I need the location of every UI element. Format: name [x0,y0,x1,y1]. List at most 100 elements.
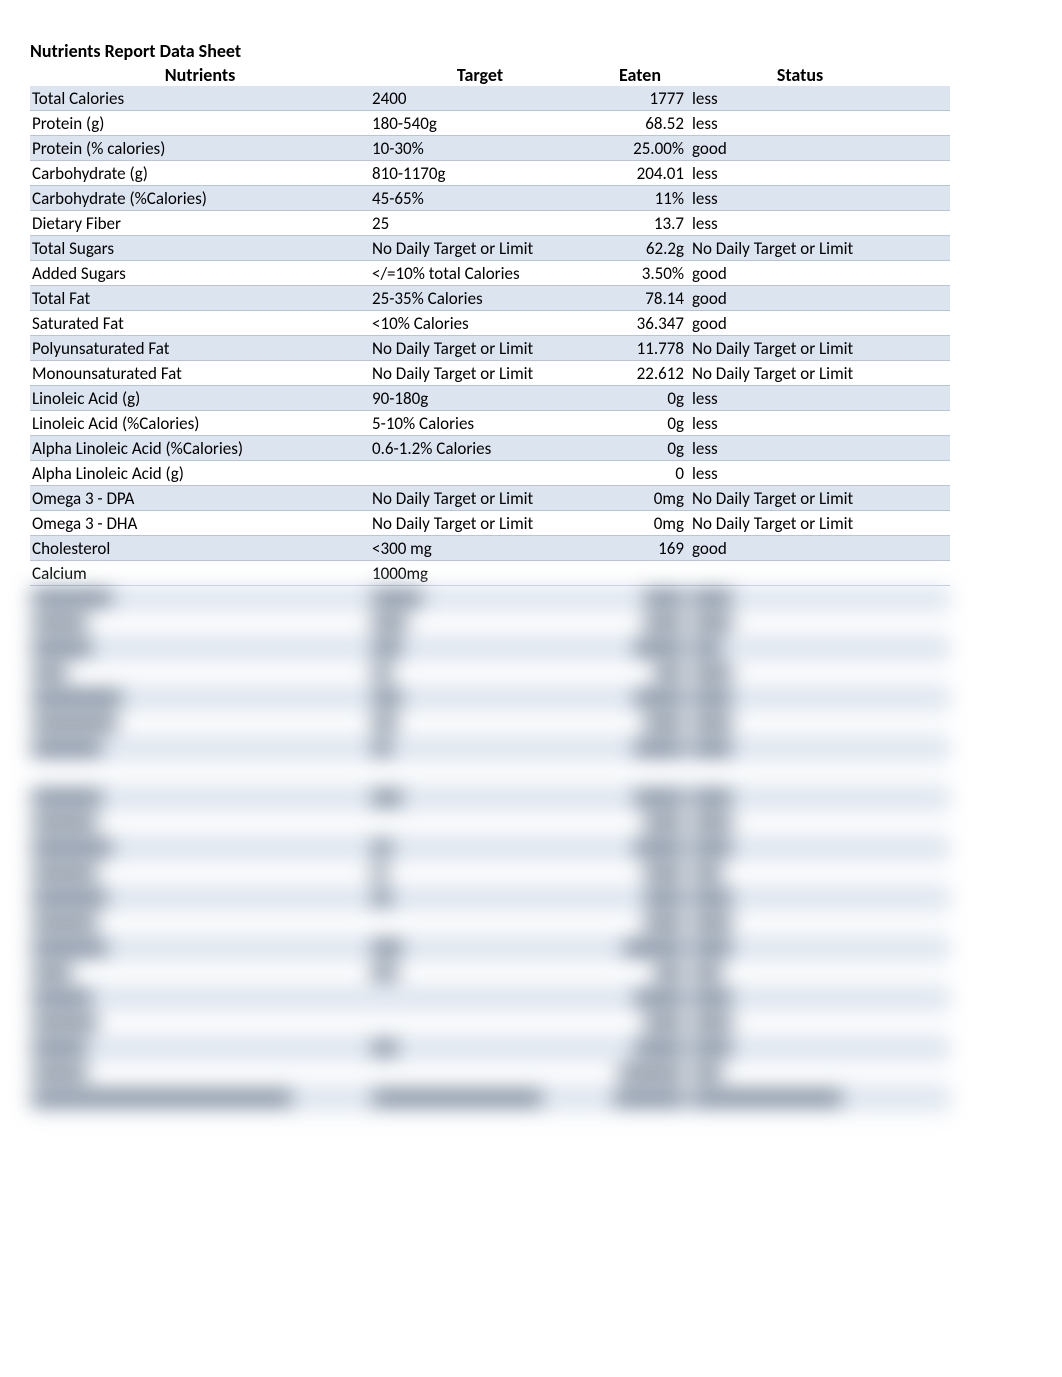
header-status: Status [690,64,910,86]
nutrient-eaten: 0 [590,463,690,484]
table-row: Alpha Linoleic Acid (g) 0less [30,461,950,486]
nutrient-name: Total Calories [30,88,370,109]
nutrient-eaten: 11.778 [590,338,690,359]
table-row: Dietary Fiber2513.7less [30,211,950,236]
header-nutrients: Nutrients [30,64,370,86]
nutrient-status: No Daily Target or Limit [690,488,910,509]
nutrient-status: good [690,138,910,159]
nutrient-eaten: 3.50% [590,263,690,284]
nutrient-target: 45-65% [370,188,590,209]
report-title: Nutrients Report Data Sheet [30,40,1032,62]
nutrient-name: Omega 3 - DHA [30,513,370,534]
nutrient-status: less [690,213,910,234]
nutrient-name: Total Sugars [30,238,370,259]
header-target: Target [370,64,590,86]
nutrient-eaten: 0mg [590,513,690,534]
nutrient-target: 180-540g [370,113,590,134]
table-row: Cholesterol<300 mg169good [30,536,950,561]
nutrient-eaten: 0g [590,388,690,409]
nutrient-target: 5-10% Calories [370,413,590,434]
nutrient-status: less [690,463,910,484]
table-row: Omega 3 - DPANo Daily Target or Limit0mg… [30,486,950,511]
header-eaten: Eaten [590,64,690,86]
nutrient-status: No Daily Target or Limit [690,238,910,259]
table-row: Protein (% calories)10-30%25.00%good [30,136,950,161]
nutrient-eaten: 204.01 [590,163,690,184]
table-row: Linoleic Acid (g)90-180g0gless [30,386,950,411]
nutrient-name: Dietary Fiber [30,213,370,234]
nutrient-target: 2400 [370,88,590,109]
nutrient-eaten: 78.14 [590,288,690,309]
nutrient-target: </=10% total Calories [370,263,590,284]
table-row: Calcium1000mg [30,561,950,586]
nutrient-name: Alpha Linoleic Acid (g) [30,463,370,484]
nutrient-eaten: 169 [590,538,690,559]
nutrient-name: Added Sugars [30,263,370,284]
nutrient-status: less [690,388,910,409]
nutrient-eaten: 1777 [590,88,690,109]
table-row: Total Calories24001777less [30,86,950,111]
nutrient-status: less [690,88,910,109]
nutrient-name: Polyunsaturated Fat [30,338,370,359]
nutrient-eaten: 13.7 [590,213,690,234]
nutrient-target: No Daily Target or Limit [370,338,590,359]
nutrient-name: Calcium [30,563,370,584]
nutrient-name: Alpha Linoleic Acid (%Calories) [30,438,370,459]
nutrient-target: 10-30% [370,138,590,159]
nutrient-status: No Daily Target or Limit [690,513,910,534]
nutrient-status: less [690,163,910,184]
nutrient-eaten: 36.347 [590,313,690,334]
nutrient-eaten: 22.612 [590,363,690,384]
table-row: Polyunsaturated FatNo Daily Target or Li… [30,336,950,361]
table-row: Omega 3 - DHANo Daily Target or Limit0mg… [30,511,950,536]
nutrient-target: 1000mg [370,563,590,584]
nutrient-target: 810-1170g [370,163,590,184]
nutrient-eaten: 68.52 [590,113,690,134]
nutrient-target: No Daily Target or Limit [370,513,590,534]
nutrient-name: Total Fat [30,288,370,309]
nutrient-status: good [690,288,910,309]
nutrient-name: Carbohydrate (%Calories) [30,188,370,209]
nutrient-status: less [690,188,910,209]
nutrient-status: good [690,538,910,559]
table-row: Carbohydrate (g)810-1170g204.01less [30,161,950,186]
nutrient-status: No Daily Target or Limit [690,363,910,384]
nutrient-name: Cholesterol [30,538,370,559]
nutrient-target: 25 [370,213,590,234]
nutrient-name: Omega 3 - DPA [30,488,370,509]
nutrient-status: good [690,263,910,284]
nutrient-eaten: 11% [590,188,690,209]
nutrient-name: Saturated Fat [30,313,370,334]
nutrient-name: Monounsaturated Fat [30,363,370,384]
table-row: Total Fat25-35% Calories78.14good [30,286,950,311]
nutrient-eaten: 62.2g [590,238,690,259]
nutrients-table: Nutrients Target Eaten Status Total Calo… [30,64,950,586]
table-row: Monounsaturated FatNo Daily Target or Li… [30,361,950,386]
nutrient-name: Carbohydrate (g) [30,163,370,184]
nutrient-eaten: 0g [590,438,690,459]
table-header: Nutrients Target Eaten Status [30,64,950,86]
table-row: Alpha Linoleic Acid (%Calories)0.6-1.2% … [30,436,950,461]
nutrient-target: 0.6-1.2% Calories [370,438,590,459]
nutrient-status: No Daily Target or Limit [690,338,910,359]
nutrient-target: No Daily Target or Limit [370,488,590,509]
nutrient-name: Protein (% calories) [30,138,370,159]
nutrient-eaten: 0g [590,413,690,434]
nutrient-target: No Daily Target or Limit [370,238,590,259]
nutrient-target: No Daily Target or Limit [370,363,590,384]
table-row: Total SugarsNo Daily Target or Limit62.2… [30,236,950,261]
table-row: Protein (g)180-540g68.52less [30,111,950,136]
nutrient-status: less [690,113,910,134]
nutrient-target: 90-180g [370,388,590,409]
nutrient-target: <10% Calories [370,313,590,334]
nutrient-eaten: 25.00% [590,138,690,159]
nutrient-name: Protein (g) [30,113,370,134]
table-row: Added Sugars</=10% total Calories3.50%go… [30,261,950,286]
nutrient-status: less [690,413,910,434]
table-row: Linoleic Acid (%Calories)5-10% Calories0… [30,411,950,436]
nutrient-target: <300 mg [370,538,590,559]
blurred-content [30,586,950,1111]
nutrient-name: Linoleic Acid (g) [30,388,370,409]
table-row: Carbohydrate (%Calories)45-65%11%less [30,186,950,211]
nutrient-status: less [690,438,910,459]
